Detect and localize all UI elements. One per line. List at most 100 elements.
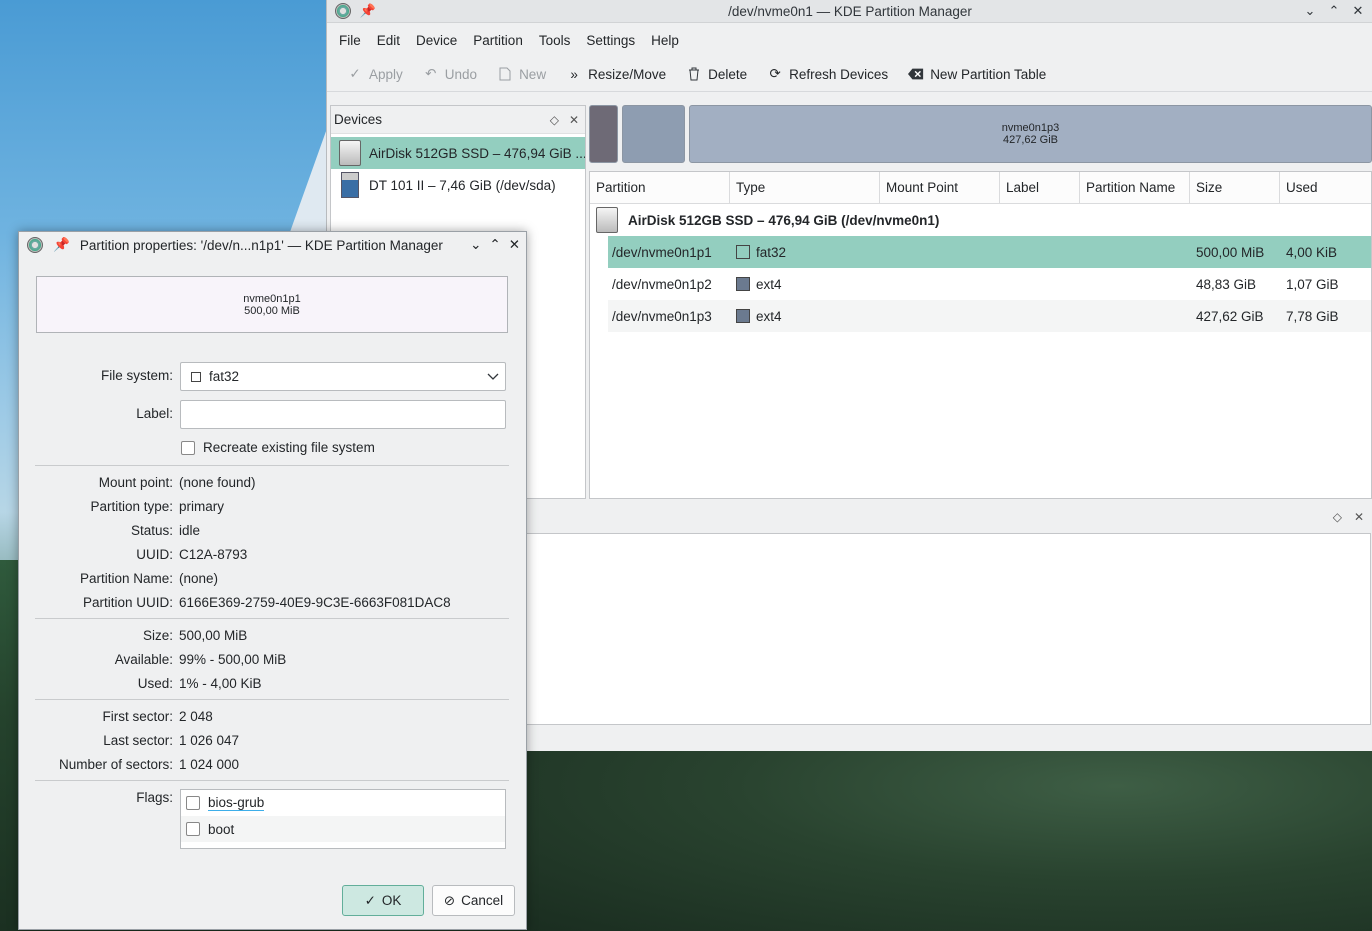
new-button[interactable]: New	[489, 63, 554, 85]
new-partition-table-button[interactable]: New Partition Table	[900, 63, 1054, 85]
menu-settings[interactable]: Settings	[578, 33, 643, 48]
table-row[interactable]: /dev/nvme0n1p3 ext4 427,62 GiB 7,78 GiB	[608, 300, 1371, 332]
minimize-icon[interactable]: ⌄	[470, 237, 481, 253]
label-input[interactable]	[180, 400, 506, 429]
cell-partition: /dev/nvme0n1p1	[612, 244, 712, 260]
apply-button[interactable]: ✓ Apply	[339, 63, 411, 85]
file-system-row: File system:	[19, 368, 179, 383]
recreate-row[interactable]: Recreate existing file system	[181, 440, 375, 455]
cancel-button[interactable]: ⊘ Cancel	[432, 885, 515, 916]
label-label: Label:	[136, 406, 173, 421]
minimize-icon[interactable]: ⌄	[1301, 2, 1319, 20]
available-value: 99% - 500,00 MiB	[179, 652, 287, 667]
recreate-checkbox[interactable]	[181, 440, 195, 455]
partition-type-label: Partition type:	[90, 499, 173, 514]
col-type[interactable]: Type	[730, 172, 880, 203]
flag-checkbox[interactable]	[186, 796, 200, 810]
pin-icon[interactable]: 📌	[359, 2, 377, 20]
partition-uuid-label: Partition UUID:	[82, 595, 173, 610]
col-partition[interactable]: Partition	[590, 172, 730, 203]
hard-disk-icon	[339, 140, 361, 166]
resize-move-button[interactable]: » Resize/Move	[558, 63, 674, 85]
delete-button[interactable]: Delete	[678, 63, 755, 85]
status-value: idle	[179, 523, 201, 538]
col-size[interactable]: Size	[1190, 172, 1280, 203]
cell-size: 427,62 GiB	[1196, 308, 1264, 324]
flag-boot[interactable]: boot	[181, 816, 505, 842]
partition-name-label: Partition Name:	[79, 571, 173, 586]
fs-color-swatch	[736, 277, 750, 291]
preview-name: nvme0n1p1	[243, 292, 301, 305]
app-icon[interactable]	[335, 3, 351, 19]
float-icon[interactable]: ◇	[1333, 510, 1342, 524]
cell-used: 7,78 GiB	[1286, 308, 1339, 324]
device-item-dt101[interactable]: DT 101 II – 7,46 GiB (/dev/sda)	[331, 169, 585, 201]
lower-panel-content	[526, 533, 1371, 725]
last-sector-value: 1 026 047	[179, 733, 240, 748]
menu-file[interactable]: File	[331, 33, 369, 48]
partition-table: Partition Type Mount Point Label Partiti…	[589, 171, 1372, 499]
partition-segment-p1[interactable]	[589, 105, 618, 163]
number-of-sectors-value: 1 024 000	[179, 757, 240, 772]
menu-device[interactable]: Device	[408, 33, 465, 48]
partition-type-value: primary	[179, 499, 225, 514]
close-icon[interactable]: ✕	[1349, 2, 1367, 20]
maximize-icon[interactable]: ⌃	[1325, 2, 1343, 20]
flag-label: bios-grub	[208, 795, 265, 811]
first-sector-value: 2 048	[179, 709, 213, 724]
used-value: 1% - 4,00 KiB	[179, 676, 262, 691]
col-partition-name[interactable]: Partition Name	[1080, 172, 1190, 203]
chevron-down-icon	[487, 369, 499, 384]
dialog-titlebar[interactable]: 📌 Partition properties: '/dev/n...n1p1' …	[19, 232, 526, 258]
partition-uuid-value: 6166E369-2759-40E9-9C3E-6663F081DAC8	[179, 595, 451, 610]
menu-partition[interactable]: Partition	[465, 33, 531, 48]
float-icon[interactable]: ◇	[550, 113, 559, 127]
table-row[interactable]: /dev/nvme0n1p1 fat32 500,00 MiB 4,00 KiB	[608, 236, 1371, 268]
divider	[35, 780, 509, 781]
partition-name-value: (none)	[179, 571, 219, 586]
menu-tools[interactable]: Tools	[531, 33, 579, 48]
flag-bios-grub[interactable]: bios-grub	[181, 790, 505, 816]
undo-button[interactable]: ↶ Undo	[415, 63, 485, 85]
cell-type: ext4	[756, 276, 782, 292]
panel-close-icon[interactable]: ✕	[1354, 510, 1364, 524]
hard-disk-icon	[596, 207, 618, 233]
close-icon[interactable]: ✕	[509, 237, 520, 253]
cell-type: fat32	[756, 244, 787, 260]
col-mount-point[interactable]: Mount Point	[880, 172, 1000, 203]
col-label[interactable]: Label	[1000, 172, 1080, 203]
main-titlebar[interactable]: 📌 /dev/nvme0n1 — KDE Partition Manager ⌄…	[327, 0, 1372, 23]
partition-segment-p3[interactable]: nvme0n1p3 427,62 GiB	[689, 105, 1372, 163]
app-icon[interactable]	[27, 237, 43, 253]
panel-close-icon[interactable]: ✕	[569, 113, 579, 127]
check-icon: ✓	[349, 66, 361, 81]
fs-color-swatch	[191, 371, 201, 382]
used-label: Used:	[137, 676, 173, 691]
table-device-row[interactable]: AirDisk 512GB SSD – 476,94 GiB (/dev/nvm…	[590, 204, 1371, 236]
check-icon: ✓	[364, 892, 376, 908]
resize-move-icon: »	[570, 66, 578, 82]
label-row: Label:	[19, 406, 179, 421]
cell-size: 48,83 GiB	[1196, 276, 1257, 292]
table-row[interactable]: /dev/nvme0n1p2 ext4 48,83 GiB 1,07 GiB	[608, 268, 1371, 300]
device-item-airdisk[interactable]: AirDisk 512GB SSD – 476,94 GiB ...	[331, 137, 585, 169]
cell-size: 500,00 MiB	[1196, 244, 1265, 260]
menu-edit[interactable]: Edit	[369, 33, 408, 48]
col-used[interactable]: Used	[1280, 172, 1369, 203]
pin-icon[interactable]: 📌	[53, 237, 70, 253]
dialog-title: Partition properties: '/dev/n...n1p1' — …	[79, 237, 443, 253]
flags-label: Flags:	[136, 790, 173, 805]
uuid-value: C12A-8793	[179, 547, 248, 562]
usb-drive-icon	[341, 172, 359, 198]
flag-checkbox[interactable]	[186, 822, 200, 836]
partition-segment-p2[interactable]	[622, 105, 685, 163]
menu-help[interactable]: Help	[643, 33, 687, 48]
divider	[35, 465, 509, 466]
ok-button[interactable]: ✓ OK	[342, 885, 424, 916]
maximize-icon[interactable]: ⌃	[489, 237, 500, 253]
partition-preview: nvme0n1p1 500,00 MiB	[36, 276, 508, 333]
file-system-select[interactable]: fat32	[180, 362, 506, 391]
refresh-devices-button[interactable]: ⟳ Refresh Devices	[759, 63, 896, 85]
status-label: Status:	[130, 523, 173, 538]
last-sector-label: Last sector:	[103, 733, 173, 748]
